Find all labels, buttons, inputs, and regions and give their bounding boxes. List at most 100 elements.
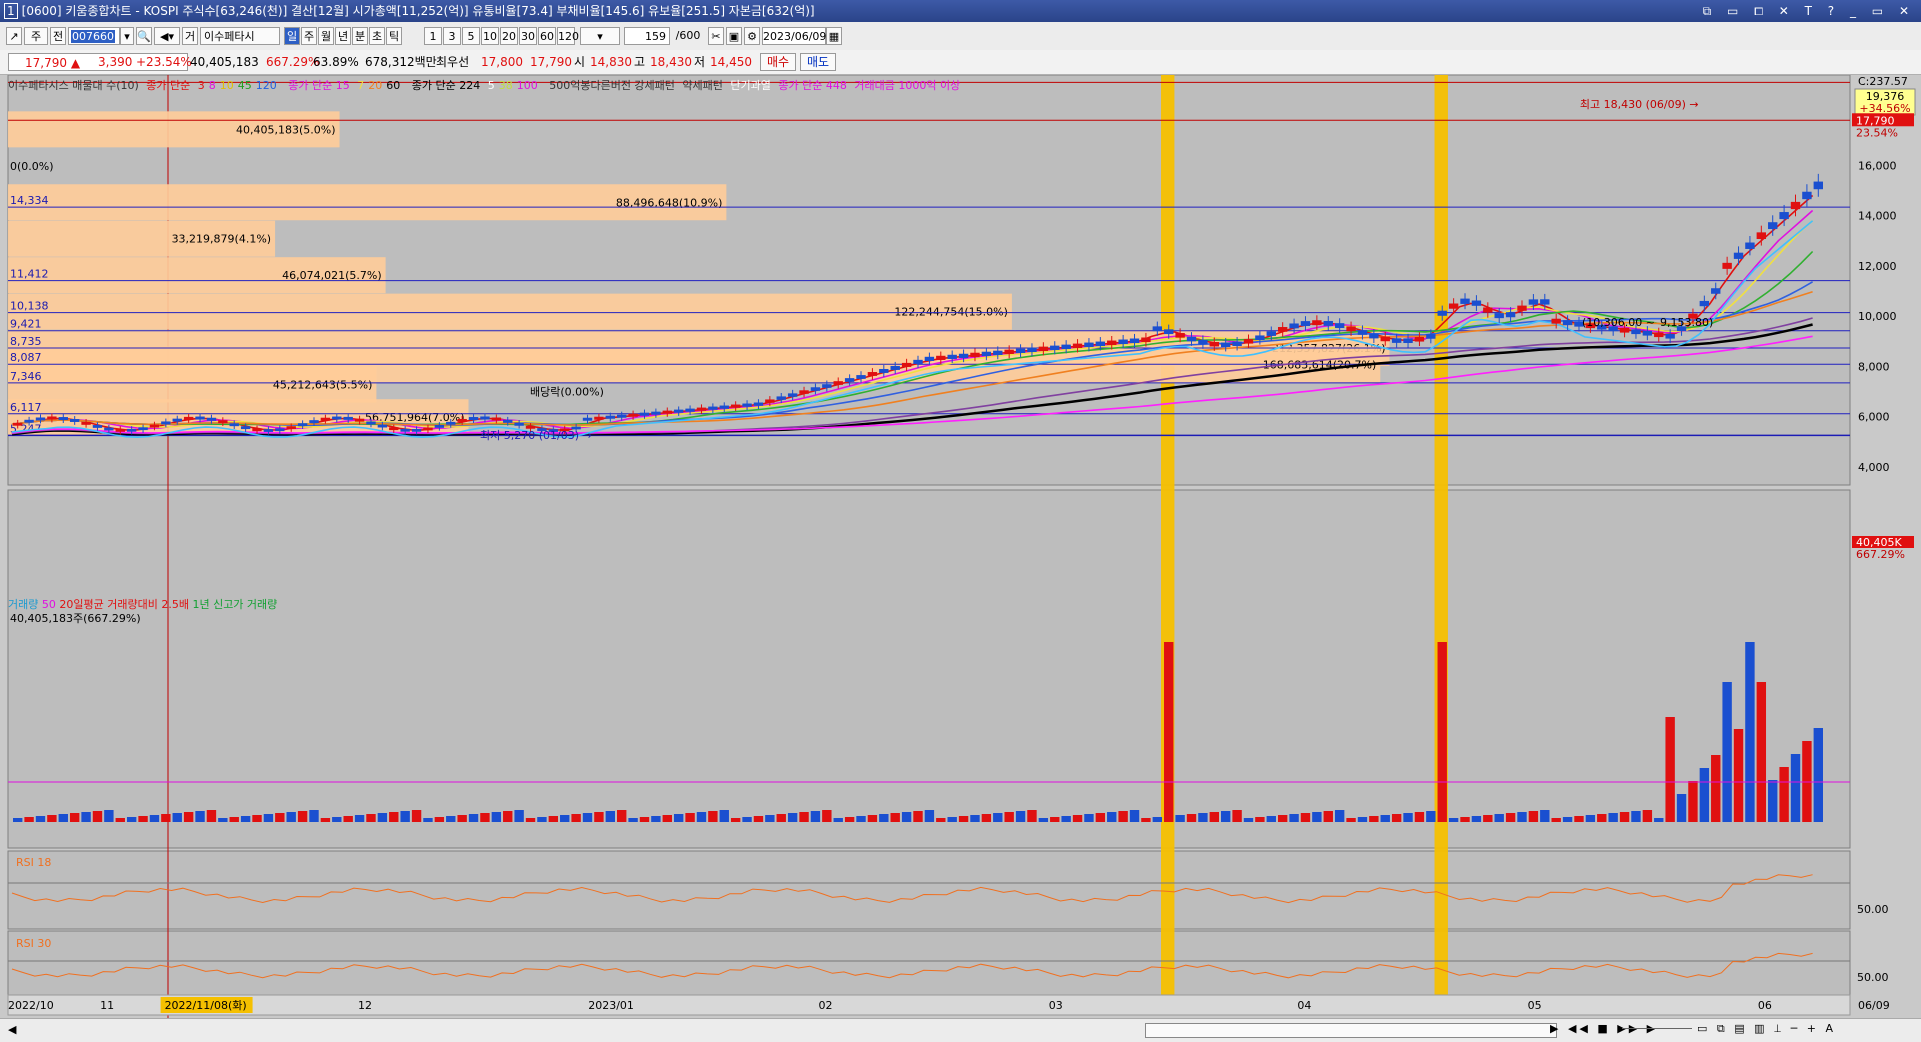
candle-body <box>1745 242 1755 249</box>
interval-dropdown[interactable]: ▾ <box>580 27 620 45</box>
window-controls[interactable]: ⧉ ▭ ⧠ ✕ T ? _ ▭ ✕ <box>1703 0 1915 22</box>
volume-bar <box>730 818 741 822</box>
zoom-icons[interactable]: ▭ ⧉ ▤ ▥ ⟂ ─ + A <box>1697 1022 1836 1036</box>
interval-button[interactable]: 30 <box>519 27 537 45</box>
chart-scrollbar[interactable]: ◀ ▶ ◀◀ ■ ▶▶ ▶ ▭ ⧉ ▤ ▥ ⟂ ─ + A <box>0 1018 1921 1042</box>
period-button[interactable]: 년 <box>335 27 351 45</box>
legend-period: 60 <box>386 79 401 92</box>
volume-bar <box>1300 813 1311 822</box>
candle-body <box>993 350 1003 355</box>
open-price: 14,830 <box>590 55 632 69</box>
date-input[interactable]: 2023/06/09 <box>762 27 826 45</box>
volume-bar <box>1107 812 1117 822</box>
stock-code-input[interactable]: 007660 <box>68 27 120 45</box>
volume-bar <box>514 810 524 822</box>
x-axis-tick: 11 <box>100 999 114 1012</box>
gear-icon[interactable]: ⚙ <box>744 27 760 45</box>
scroll-left-icon[interactable]: ◀ <box>8 1023 16 1036</box>
candle-body <box>138 427 148 431</box>
volume-bar <box>651 816 661 822</box>
exchange-button[interactable]: 거 <box>182 27 198 45</box>
interval-button[interactable]: 1 <box>424 27 442 45</box>
period-button[interactable]: 월 <box>318 27 334 45</box>
interval-button[interactable]: 60 <box>538 27 556 45</box>
axis-top-label: C:237.57 <box>1858 75 1908 88</box>
code-type-select[interactable]: 주 <box>24 27 48 45</box>
volume-bar <box>1289 814 1299 822</box>
volume-bar <box>434 817 445 822</box>
interval-button[interactable]: 120 <box>557 27 579 45</box>
legend-ma-mid-periods: 7 20 60 <box>357 79 404 92</box>
buy-button[interactable]: 매수 <box>760 53 796 71</box>
sound-icon[interactable]: ◀▾ <box>154 27 180 45</box>
candle-body <box>890 365 900 370</box>
volume-bar <box>776 814 786 822</box>
legend-period: 7 <box>357 79 365 92</box>
candle-body <box>1084 342 1094 348</box>
candle-body <box>1403 338 1413 343</box>
zoom-slider[interactable] <box>1622 1028 1692 1029</box>
calendar-icon[interactable]: ▦ <box>826 27 842 45</box>
candle-body <box>343 416 353 420</box>
rsi-18-axis: 50.00 <box>1857 903 1889 916</box>
candle-body <box>1733 252 1744 259</box>
candle-body <box>286 426 296 430</box>
candle-body <box>1448 303 1459 309</box>
volume-value: 40,405,183주(667.29%) <box>10 612 141 625</box>
candle-body <box>1004 349 1014 355</box>
candle-body <box>776 396 786 400</box>
candle-body <box>13 422 23 426</box>
sell-button[interactable]: 매도 <box>800 53 836 71</box>
volume-bar <box>1038 818 1049 822</box>
prev-type-button[interactable]: 전 <box>50 27 66 45</box>
candle-body <box>218 420 228 424</box>
candle-body <box>206 417 217 421</box>
period-button[interactable]: 틱 <box>386 27 402 45</box>
period-button[interactable]: 분 <box>352 27 368 45</box>
save-icon[interactable]: ▣ <box>726 27 742 45</box>
x-axis-tick: 05 <box>1528 999 1542 1012</box>
scissors-icon[interactable]: ✂ <box>708 27 724 45</box>
volume-bar <box>594 812 604 822</box>
volume-bar <box>309 810 319 822</box>
volume-bar <box>1471 816 1482 822</box>
interval-button[interactable]: 20 <box>500 27 518 45</box>
candle-body <box>126 428 137 432</box>
volume-bar <box>263 814 274 822</box>
menu-icon[interactable]: ↗ <box>6 27 22 45</box>
stock-name-field[interactable]: 이수페타시 <box>200 27 280 45</box>
x-axis-right-label: 06/09 <box>1858 999 1890 1012</box>
candle-body <box>822 384 832 388</box>
count-input[interactable]: 159 <box>624 27 670 45</box>
candle-body <box>149 424 160 428</box>
chevron-down-icon[interactable]: ▾ <box>120 27 134 45</box>
candle-body <box>662 410 672 414</box>
candle-body <box>195 416 205 420</box>
volume-bar <box>787 813 798 822</box>
period-button[interactable]: 주 <box>301 27 317 45</box>
candle-body <box>1277 327 1288 332</box>
period-button[interactable]: 일 <box>284 27 300 45</box>
volume-bar <box>183 812 194 822</box>
low-annotation: 최저 5,270 (01/03) → <box>480 429 592 442</box>
candle-body <box>901 362 912 367</box>
volume-bar <box>206 810 217 822</box>
interval-button[interactable]: 10 <box>481 27 499 45</box>
candle-body <box>320 417 331 421</box>
volume-bar <box>1574 816 1584 822</box>
candle-body <box>514 422 524 426</box>
rsi-30-axis: 50.00 <box>1857 971 1889 984</box>
price-chart-svg[interactable]: 40,405,183(5.0%)0(0.0%)88,496,648(10.9%)… <box>0 74 1921 1018</box>
candle-body <box>947 354 957 359</box>
scroll-thumb[interactable] <box>1145 1023 1557 1038</box>
volume-bar <box>1768 780 1778 822</box>
interval-button[interactable]: 3 <box>443 27 461 45</box>
period-button[interactable]: 초 <box>369 27 385 45</box>
search-icon[interactable]: 🔍 <box>136 27 152 45</box>
candle-body <box>1027 347 1037 353</box>
volume-bar <box>525 818 536 822</box>
interval-button[interactable]: 5 <box>462 27 480 45</box>
volume-bar <box>1517 812 1527 822</box>
chart-area[interactable]: 40,405,183(5.0%) 0(0.0%) 88,496,648(10.9%)… <box>0 74 1921 1041</box>
candle-body <box>1095 341 1106 347</box>
